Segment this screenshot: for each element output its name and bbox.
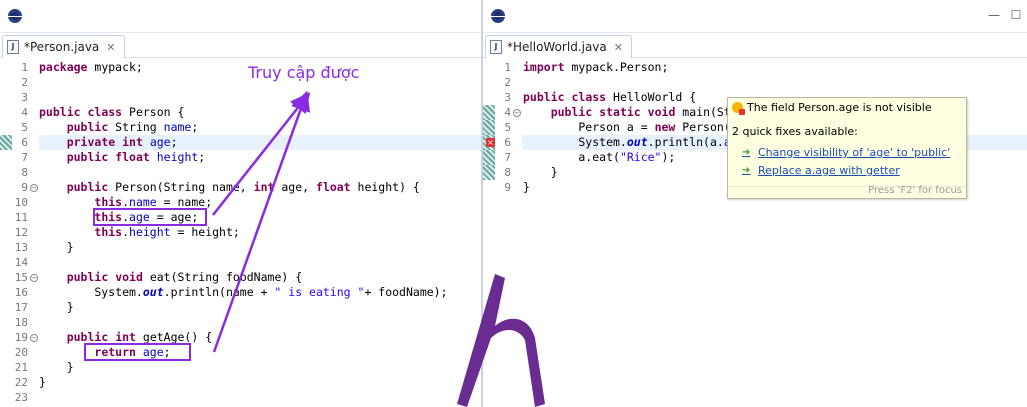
highlight-box-this-age (93, 208, 207, 226)
close-icon[interactable]: ✕ (614, 41, 623, 54)
quick-fix-change-visibility[interactable]: ➜ Change visibility of 'age' to 'public' (742, 146, 950, 159)
code-text: a.eat("Rice"); (523, 150, 676, 164)
code-text: System.out.println(a.age); (523, 135, 758, 149)
code-text: public class HelloWorld { (523, 90, 697, 104)
left-editor-pane: J *Person.java ✕ 1 package mypack; 2 3 4 publ… (0, 0, 481, 407)
quick-fix-popup: The field Person.age is not visible 2 qu… (727, 97, 967, 199)
quick-fix-replace-getter[interactable]: ➜ Replace a.age with getter (742, 164, 900, 177)
tab-label: *HelloWorld.java (507, 40, 607, 54)
line-number: 1 (504, 61, 511, 74)
quick-fix-arrow-icon: ➜ (742, 146, 751, 158)
line-number: 3 (504, 91, 511, 104)
popup-title: The field Person.age is not visible (732, 101, 932, 115)
line-number: 7 (504, 151, 511, 164)
tab-helloworld-java[interactable]: J *HelloWorld.java ✕ (485, 35, 632, 58)
right-toolbar: — ☐ (483, 0, 1027, 33)
fold-toggle-icon[interactable]: − (513, 109, 521, 117)
right-tabbar: J *HelloWorld.java ✕ (483, 33, 1027, 58)
code-line[interactable]: 1 import mypack.Person; (483, 60, 1027, 75)
minimize-icon[interactable]: — (987, 8, 1001, 22)
quick-fix-label[interactable]: Change visibility of 'age' to 'public' (758, 146, 950, 159)
right-editor-pane: — ☐ J *HelloWorld.java ✕ 1 import mypack.… (483, 0, 1027, 407)
annotation-callout: Truy cập được (248, 63, 360, 82)
code-text: import mypack.Person; (523, 60, 669, 74)
annotation-arrows (212, 90, 311, 353)
maximize-icon[interactable]: ☐ (1009, 8, 1023, 22)
line-number: 2 (504, 76, 511, 89)
quick-fix-arrow-icon: ➜ (742, 164, 751, 176)
line-number: 5 (504, 121, 511, 134)
line-number: 9 (504, 181, 511, 194)
quick-fix-count: 2 quick fixes available: (732, 125, 858, 138)
eclipse-icon (491, 9, 505, 23)
focus-hint: Press 'F2' for focus (868, 185, 962, 196)
code-text: } (523, 165, 558, 179)
line-number: 6 (504, 136, 511, 149)
quick-fix-label[interactable]: Replace a.age with getter (758, 164, 900, 177)
code-text: } (523, 180, 530, 194)
h-logo-icon (457, 274, 545, 407)
code-line[interactable]: 2 (483, 75, 1027, 90)
line-number: 8 (504, 166, 511, 179)
highlight-box-return-age (84, 343, 191, 361)
line-number: 4 (504, 106, 511, 119)
popup-title-text: The field Person.age is not visible (747, 101, 932, 114)
java-file-icon: J (490, 40, 502, 54)
error-icon (732, 102, 745, 115)
